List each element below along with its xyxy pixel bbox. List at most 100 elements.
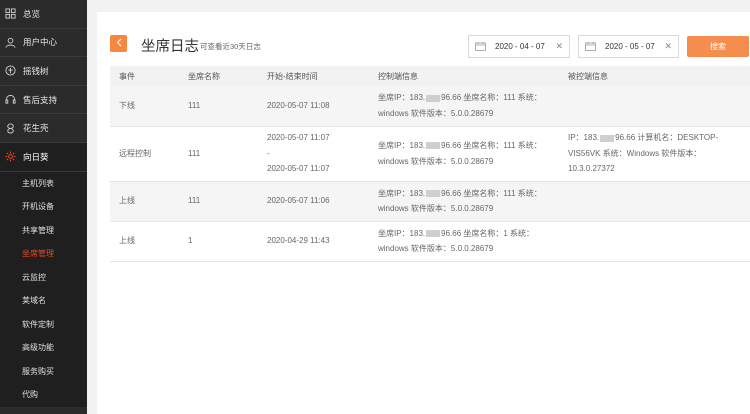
time-cell: 2020-05-07 11:08 (258, 86, 369, 127)
seat-cell: 1 (179, 221, 258, 262)
controller-ip-suffix: 96.66 坐席名称：111 系统： (441, 93, 542, 103)
nav-money-tree[interactable]: 摇钱树 (0, 57, 87, 86)
column-header-time: 开始-结束时间 (267, 71, 318, 81)
controller-ip-prefix: 坐席IP：183. (378, 228, 426, 238)
table-row: 远程控制 111 2020-05-07 11:07 - 2020-05-07 1… (110, 126, 750, 182)
sub-item-boot-devices[interactable]: 开机设备 (0, 195, 87, 219)
controller-cell: 坐席IP：183. 96.66 坐席名称：111 系统： windows 软件版本… (369, 126, 559, 182)
controlled-cell: IP：183. 96.66 计算机名：DESKTOP- VIS56VK 系统：Wi… (559, 126, 750, 182)
controller-cell: 坐席IP：183. 96.66 坐席名称：111 系统： windows 软件版本… (369, 181, 559, 222)
controller-ip-suffix: 96.66 坐席名称：111 系统： (441, 188, 542, 198)
time-cell: 2020-04-29 11:43 (258, 221, 369, 262)
time-end: 2020-05-07 11:07 (267, 164, 330, 174)
column-header-seat: 坐席名称 (188, 71, 220, 81)
time-separator: - (267, 148, 270, 158)
redacted-ip-block (426, 189, 441, 197)
chevron-left-icon (116, 38, 122, 50)
seat-cell: 111 (179, 126, 258, 182)
column-header-controller: 控制端信息 (378, 71, 418, 81)
back-button[interactable] (110, 35, 127, 52)
controlled-ip-prefix: IP：183. (568, 133, 600, 143)
tree-icon (5, 65, 16, 77)
redacted-ip-block (426, 94, 441, 102)
controller-version: windows 软件版本：5.0.0.28679 (378, 204, 494, 213)
sub-item-advanced[interactable]: 高级功能 (0, 336, 87, 360)
redacted-ip-block (600, 134, 615, 142)
page-title: 坐席日志 (141, 39, 199, 55)
seat-log-table: 事件 坐席名称 开始-结束时间 控制端信息 被控端信息 下线 111 2020-… (110, 66, 750, 262)
sidebar: 总览 用户中心 摇钱树 售后支持 花生壳 向日葵 主机列表 开机设备 共享管理 … (0, 0, 87, 414)
nav-label: 花生壳 (23, 123, 49, 134)
user-icon (5, 37, 16, 48)
calendar-icon (475, 42, 486, 51)
nav-label: 售后支持 (23, 94, 58, 105)
time-start: 2020-05-07 11:07 (267, 133, 330, 143)
column-header-controlled: 被控端信息 (568, 71, 608, 81)
nav-user-center[interactable]: 用户中心 (0, 29, 87, 58)
controller-ip-prefix: 坐席IP：183. (378, 93, 426, 103)
sub-item-proxy-purchase[interactable]: 代购 (0, 383, 87, 407)
controller-ip-prefix: 坐席IP：183. (378, 188, 426, 198)
nav-label: 向日葵 (23, 151, 49, 162)
clear-icon[interactable]: ✕ (555, 41, 563, 52)
nav-label: 摇钱树 (23, 65, 49, 76)
controlled-version: 10.3.0.27372 (568, 164, 615, 174)
start-date-input[interactable]: 2020 - 04 - 07 ✕ (468, 35, 570, 58)
nav-overview[interactable]: 总览 (0, 0, 87, 29)
table-row: 上线 1 2020-04-29 11:43 坐席IP：183. 96.66 坐席名… (110, 221, 750, 262)
end-date-input[interactable]: 2020 - 05 - 07 ✕ (578, 35, 679, 58)
time-start: 2020-05-07 11:06 (267, 196, 330, 206)
sub-item-purchase[interactable]: 服务购买 (0, 360, 87, 384)
sub-item-domain[interactable]: 荚域名 (0, 289, 87, 313)
controller-ip-suffix: 96.66 坐席名称：1 系统： (441, 228, 535, 238)
table-row: 下线 111 2020-05-07 11:08 坐席IP：183. 96.66 坐… (110, 86, 750, 127)
controlled-cell (559, 86, 750, 127)
controller-cell: 坐席IP：183. 96.66 坐席名称：111 系统： windows 软件版本… (369, 86, 559, 127)
sunflower-icon (5, 151, 16, 162)
headset-icon (5, 94, 16, 105)
event-cell: 远程控制 (110, 126, 179, 182)
controller-version: windows 软件版本：5.0.0.28679 (378, 244, 494, 253)
grid-icon (5, 8, 16, 19)
nav-peanut-shell[interactable]: 花生壳 (0, 114, 87, 143)
time-start: 2020-05-07 11:08 (267, 101, 330, 110)
controlled-cell (559, 221, 750, 262)
controller-version: windows 软件版本：5.0.0.28679 (378, 156, 494, 166)
sunflower-submenu: 主机列表 开机设备 共享管理 坐席管理 云监控 荚域名 软件定制 高级功能 服务… (0, 171, 87, 407)
sub-item-custom-software[interactable]: 软件定制 (0, 313, 87, 337)
page-subtitle: 可查看近30天日志 (200, 42, 261, 51)
controller-cell: 坐席IP：183. 96.66 坐席名称：1 系统： windows 软件版本：5… (369, 221, 559, 262)
time-start: 2020-04-29 11:43 (267, 236, 330, 246)
sub-item-cloud-monitor[interactable]: 云监控 (0, 266, 87, 290)
nav-label: 总览 (23, 8, 41, 19)
sub-item-host-list[interactable]: 主机列表 (0, 172, 87, 196)
seat-cell: 111 (179, 181, 258, 222)
event-cell: 上线 (110, 221, 179, 262)
seat-cell: 111 (179, 86, 258, 127)
table-header-row: 事件 坐席名称 开始-结束时间 控制端信息 被控端信息 (110, 66, 750, 86)
controlled-ip-suffix: 96.66 计算机名：DESKTOP- (615, 133, 719, 143)
nav-after-sales[interactable]: 售后支持 (0, 86, 87, 115)
controller-ip-suffix: 96.66 坐席名称：111 系统： (441, 141, 542, 150)
controlled-system: VIS56VK 系统：Windows 软件版本： (568, 148, 702, 158)
clear-icon[interactable]: ✕ (664, 41, 672, 52)
controller-ip-prefix: 坐席IP：183. (378, 141, 426, 150)
peanut-icon (5, 123, 16, 134)
controlled-cell (559, 181, 750, 222)
nav-sunflower[interactable]: 向日葵 (0, 142, 87, 172)
sub-item-share-management[interactable]: 共享管理 (0, 219, 87, 243)
search-button[interactable]: 搜索 (687, 36, 749, 57)
controller-version: windows 软件版本：5.0.0.28679 (378, 108, 494, 118)
time-cell: 2020-05-07 11:07 - 2020-05-07 11:07 (258, 126, 369, 182)
sub-item-seat-management[interactable]: 坐席管理 (0, 242, 87, 266)
end-date-value: 2020 - 05 - 07 (605, 42, 655, 51)
redacted-ip-block (426, 229, 441, 237)
event-cell: 下线 (110, 86, 179, 127)
table-row: 上线 111 2020-05-07 11:06 坐席IP：183. 96.66 坐… (110, 181, 750, 222)
redacted-ip-block (426, 142, 441, 150)
start-date-value: 2020 - 04 - 07 (495, 42, 545, 51)
calendar-icon (585, 42, 596, 51)
time-cell: 2020-05-07 11:06 (258, 181, 369, 222)
column-header-event: 事件 (119, 71, 135, 81)
nav-label: 用户中心 (23, 37, 58, 48)
